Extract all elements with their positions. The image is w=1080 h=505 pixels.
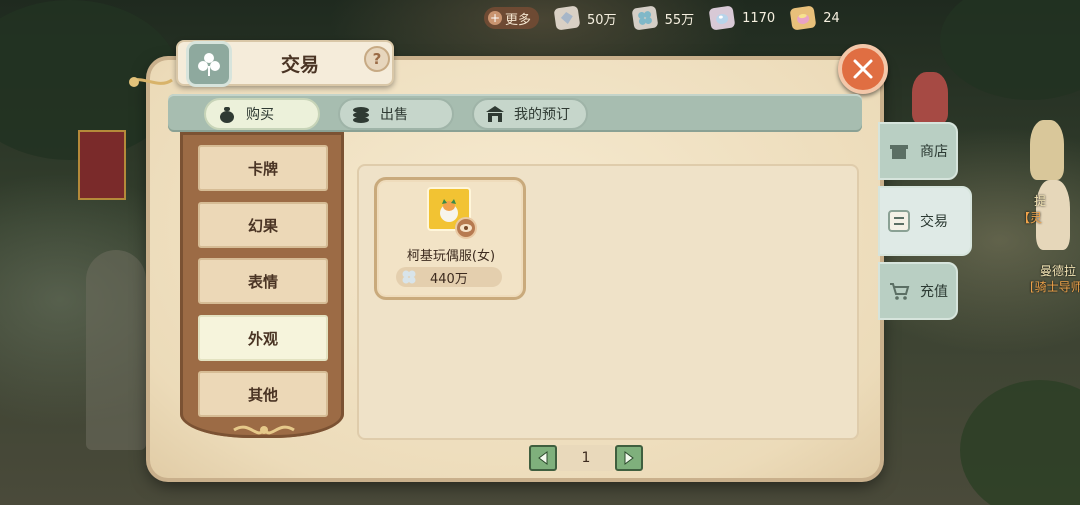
help-button[interactable]: ? (364, 46, 390, 72)
tab-buy[interactable]: 购买 (204, 98, 320, 130)
pearl-gem-icon (708, 5, 736, 31)
more-button-label: 更多 (505, 12, 532, 28)
resource-clover-coin[interactable]: 55万 (631, 5, 695, 31)
item-price: 440万 (430, 271, 468, 287)
arrow-right-icon (624, 451, 634, 465)
npc-character (912, 72, 948, 124)
money-bag-icon (216, 104, 238, 124)
resource-value: 50万 (587, 12, 617, 28)
npc-character (1030, 120, 1064, 180)
shop-icon (884, 136, 914, 166)
resource-pink-gold-gem[interactable]: 24 (789, 5, 840, 31)
npc-title-label: 【灵 (1018, 211, 1043, 225)
close-button[interactable] (838, 44, 888, 94)
close-icon (853, 59, 873, 79)
prev-page-button[interactable] (529, 445, 557, 471)
resource-value: 55万 (664, 12, 695, 28)
trade-icon (884, 206, 914, 236)
preview-eye-icon[interactable] (455, 217, 477, 239)
resource-silver-crystal[interactable]: 50万 (553, 5, 617, 31)
clover-coin-icon (398, 268, 420, 286)
item-price-box: 440万 (396, 267, 502, 287)
side-nav-recharge[interactable]: 充值 (878, 262, 958, 320)
resource-value: 24 (823, 10, 840, 26)
next-page-button[interactable] (615, 445, 643, 471)
tab-buy-label: 购买 (246, 107, 274, 123)
tab-sell[interactable]: 出售 (338, 98, 454, 130)
pink-gold-gem-icon (789, 5, 817, 31)
tab-my-orders-label: 我的预订 (514, 107, 570, 123)
arrow-left-icon (538, 451, 548, 465)
item-name: 柯基玩偶服(女) (406, 249, 496, 264)
resource-bar: + 更多 50万 55万 1170 24 (484, 5, 840, 31)
resource-value: 1170 (742, 10, 776, 26)
silver-crystal-icon (553, 5, 581, 31)
side-nav-shop[interactable]: 商店 (878, 122, 958, 180)
npc-name-label: 曼德拉 (1040, 264, 1077, 278)
category-emotes[interactable]: 表情 (198, 258, 328, 304)
category-fruits[interactable]: 幻果 (198, 202, 328, 248)
cart-icon (884, 276, 914, 306)
tab-my-orders[interactable]: 我的预订 (472, 98, 588, 130)
shop-stall-icon (484, 104, 506, 124)
category-other[interactable]: 其他 (198, 371, 328, 417)
side-nav-trade[interactable]: 交易 (878, 186, 972, 256)
resource-pearl-gem[interactable]: 1170 (708, 5, 776, 31)
more-button[interactable]: + 更多 (484, 7, 540, 29)
side-nav-trade-label: 交易 (920, 214, 948, 230)
coin-stack-icon (350, 104, 372, 124)
guild-banner (78, 130, 126, 200)
clover-coin-icon (631, 5, 658, 31)
category-cards[interactable]: 卡牌 (198, 145, 328, 191)
npc-title-label: [骑士导师 (1030, 280, 1080, 294)
side-nav-recharge-label: 充值 (920, 284, 948, 300)
plus-icon: + (488, 11, 502, 25)
tag-rope-decoration (129, 77, 173, 87)
page-number: 1 (558, 445, 614, 471)
category-appearance[interactable]: 外观 (198, 315, 328, 361)
side-nav-shop-label: 商店 (920, 144, 948, 160)
ornament-decoration (233, 425, 295, 435)
window-title: 交易 (280, 54, 319, 76)
npc-name-label: 提 (1034, 194, 1047, 208)
stone-statue (86, 250, 146, 450)
trade-emblem-icon (186, 41, 232, 87)
tab-sell-label: 出售 (380, 107, 408, 123)
